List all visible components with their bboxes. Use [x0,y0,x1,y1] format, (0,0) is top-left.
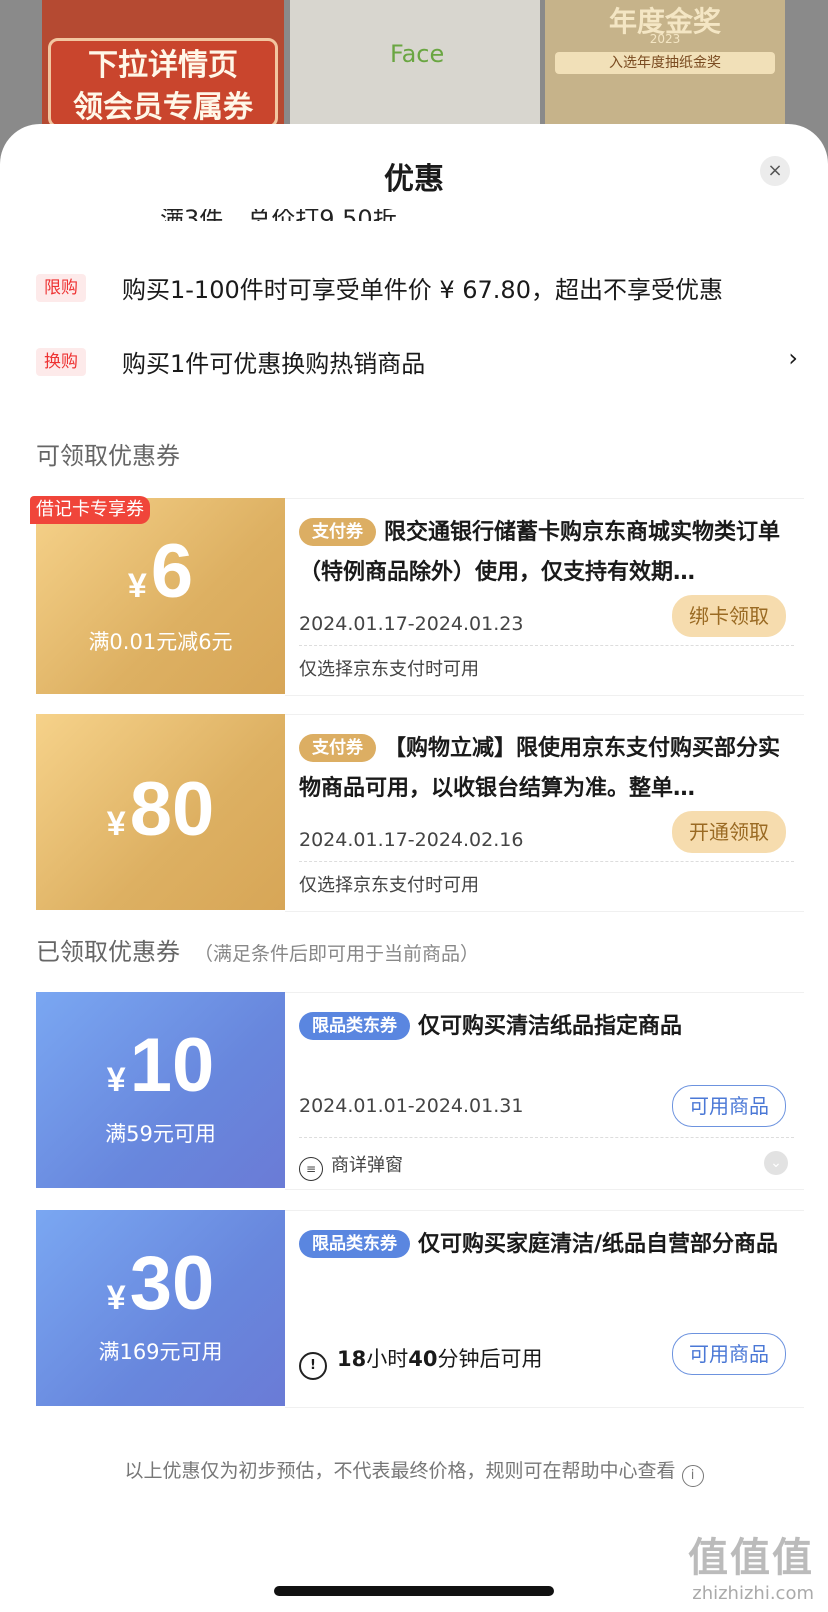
rule-tag: 换购 [36,348,86,376]
coupon-card: ¥80 支付券 【购物立减】限使用京东支付购买部分实物商品可用，以收银台结算为准。… [36,714,804,912]
rule-tag: 限购 [36,274,86,302]
coupon-type-tag: 限品类东券 [299,1230,410,1258]
popup-icon: ≡ [299,1157,323,1181]
award-panel: 年度金奖 2023 入选年度抽纸金奖 [545,0,785,128]
coupon-note: 仅选择京东支付时可用 [299,659,479,680]
clock-icon: ! [299,1352,327,1380]
clipped-rule-text: 满3件，总价打9.50折 [160,209,397,221]
coupon-date: 2024.01.17-2024.01.23 [299,613,524,635]
award-year: 2023 [649,32,681,46]
coupon-note: ≡ 商详弹窗 [299,1151,403,1181]
footer-disclaimer: 以上优惠仅为初步预估，不代表最终价格，规则可在帮助中心查看 i [0,1456,828,1487]
coupon-type-tag: 支付券 [299,518,376,546]
rule-text: 购买1件可优惠换购热销商品 [122,350,426,378]
watermark-logo: 值值值 [688,1535,814,1581]
coupon-divider [299,645,794,646]
coupon-description: 支付券 限交通银行储蓄卡购京东商城实物类订单（特例商品除外）使用，仅支持有效期… [299,518,781,585]
coupon-condition: 满59元可用 [105,1122,216,1146]
info-icon[interactable]: i [681,1465,704,1487]
coupon-card: ¥6 满0.01元减6元 借记卡专享券 支付券 限交通银行储蓄卡购京东商城实物类订… [30,496,804,696]
coupon-type-tag: 限品类东券 [299,1012,410,1040]
coupon-amount-panel: ¥30 满169元可用 [36,1210,285,1406]
coupon-detail: 支付券 【购物立减】限使用京东支付购买部分实物商品可用，以收银台结算为准。整单… … [285,714,804,912]
coupon-note: 仅选择京东支付时可用 [299,875,479,896]
available-coupons-title: 可领取优惠券 [36,442,180,470]
coupon-description: 限品类东券 仅可购买清洁纸品指定商品 [299,1007,788,1049]
rule-row-limit: 限购 购买1-100件时可享受单件价 ¥ 67.80，超出不享受优惠 [36,268,798,308]
award-subtitle: 入选年度抽纸金奖 [555,52,775,74]
coupon-card: ¥30 满169元可用 限品类东券 仅可购买家庭清洁/纸品自营部分商品 ! 18小时… [36,1210,804,1408]
watermark: 值值值 zhizhizhi.com [688,1525,814,1604]
coupon-card: ¥10 满59元可用 限品类东券 仅可购买清洁纸品指定商品 2024.01.01-… [36,992,804,1190]
usable-products-button[interactable]: 可用商品 [672,1085,786,1127]
watermark-url: zhizhizhi.com [692,1583,814,1604]
claimed-coupons-title: 已领取优惠券 （满足条件后即可用于当前商品） [36,938,480,966]
coupon-amount-panel: ¥10 满59元可用 [36,992,285,1188]
coupon-date: 2024.01.01-2024.01.31 [299,1095,524,1117]
promo-line-1: 下拉详情页 [88,48,238,83]
coupon-date: 2024.01.17-2024.02.16 [299,829,524,851]
chevron-down-icon[interactable]: ⌄ [764,1151,788,1175]
chevron-right-icon: › [788,344,798,372]
promo-panel: 下拉详情页 领会员专属券 [42,0,284,128]
home-indicator [274,1586,554,1596]
close-icon[interactable]: × [760,156,790,186]
coupon-amount-panel: ¥6 满0.01元减6元 [36,498,285,694]
exclusive-badge: 借记卡专享券 [30,496,150,524]
coupon-detail: 支付券 限交通银行储蓄卡购京东商城实物类订单（特例商品除外）使用，仅支持有效期… … [285,498,804,696]
promo-box[interactable]: 下拉详情页 领会员专属券 [48,38,278,128]
coupon-type-tag: 支付券 [299,734,376,762]
activate-button[interactable]: 开通领取 [672,811,786,853]
coupon-amount: ¥30 [106,1241,215,1326]
coupon-divider [299,861,794,862]
coupon-amount-panel: ¥80 [36,714,285,910]
coupon-detail: 限品类东券 仅可购买家庭清洁/纸品自营部分商品 ! 18小时40分钟后可用 可用商品 [285,1210,804,1408]
coupon-description: 限品类东券 仅可购买家庭清洁/纸品自营部分商品 [299,1225,788,1305]
coupon-condition: 满0.01元减6元 [88,630,233,654]
rule-row-exchange[interactable]: 换购 购买1件可优惠换购热销商品 › [36,342,798,382]
coupon-amount: ¥10 [106,1023,215,1108]
usable-products-button[interactable]: 可用商品 [672,1333,786,1375]
coupon-amount: ¥80 [106,767,215,852]
rule-text: 购买1-100件时可享受单件价 ¥ 67.80，超出不享受优惠 [122,276,723,304]
bind-card-button[interactable]: 绑卡领取 [672,595,786,637]
coupon-detail: 限品类东券 仅可购买清洁纸品指定商品 2024.01.01-2024.01.31 … [285,992,804,1190]
product-image: Face [290,0,540,128]
coupon-condition: 满169元可用 [98,1340,223,1364]
sheet-title: 优惠 [384,162,444,197]
coupon-description: 支付券 【购物立减】限使用京东支付购买部分实物商品可用，以收银台结算为准。整单… [299,734,781,801]
promo-line-2: 领会员专属券 [73,90,253,125]
discount-sheet: 优惠 × 满3件，总价打9.50折 限购 购买1-100件时可享受单件价 ¥ 6… [0,124,828,1612]
coupon-divider [299,1137,794,1138]
claimed-coupons-subtitle: （满足条件后即可用于当前商品） [194,943,480,965]
coupon-amount: ¥6 [127,529,194,614]
coupon-timer: ! 18小时40分钟后可用 [299,1343,542,1380]
brand-logo: Face [390,40,445,68]
